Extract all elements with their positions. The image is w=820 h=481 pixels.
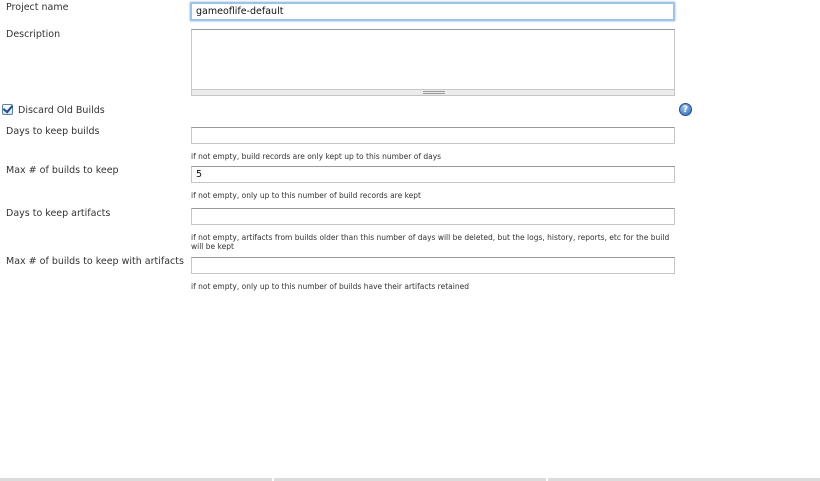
- description-label: Description: [6, 29, 61, 40]
- days-to-keep-artifacts-input[interactable]: [191, 208, 675, 225]
- days-to-keep-builds-input[interactable]: [191, 127, 675, 144]
- max-builds-to-keep-label: Max # of builds to keep: [6, 165, 119, 176]
- days-to-keep-builds-label: Days to keep builds: [6, 126, 100, 137]
- description-textarea[interactable]: [191, 29, 675, 90]
- project-name-input[interactable]: [190, 2, 675, 21]
- max-builds-with-artifacts-label: Max # of builds to keep with artifacts: [6, 256, 184, 267]
- days-to-keep-artifacts-label: Days to keep artifacts: [6, 208, 111, 219]
- max-builds-with-artifacts-hint: if not empty, only up to this number of …: [191, 282, 469, 291]
- project-name-label: Project name: [6, 2, 69, 13]
- days-to-keep-artifacts-hint: if not empty, artifacts from builds olde…: [191, 233, 670, 251]
- grip-lines-icon: [423, 91, 445, 94]
- discard-old-builds-checkbox[interactable]: [2, 102, 13, 115]
- max-builds-with-artifacts-input[interactable]: [191, 257, 675, 274]
- textarea-resize-handle[interactable]: [191, 89, 675, 96]
- days-to-keep-builds-hint: if not empty, build records are only kep…: [191, 152, 442, 161]
- discard-old-builds-label: Discard Old Builds: [18, 105, 105, 116]
- max-builds-to-keep-input[interactable]: [191, 166, 675, 183]
- max-builds-to-keep-hint: if not empty, only up to this number of …: [191, 191, 421, 200]
- checkmark-icon: [2, 102, 13, 114]
- help-icon[interactable]: ?: [679, 103, 692, 116]
